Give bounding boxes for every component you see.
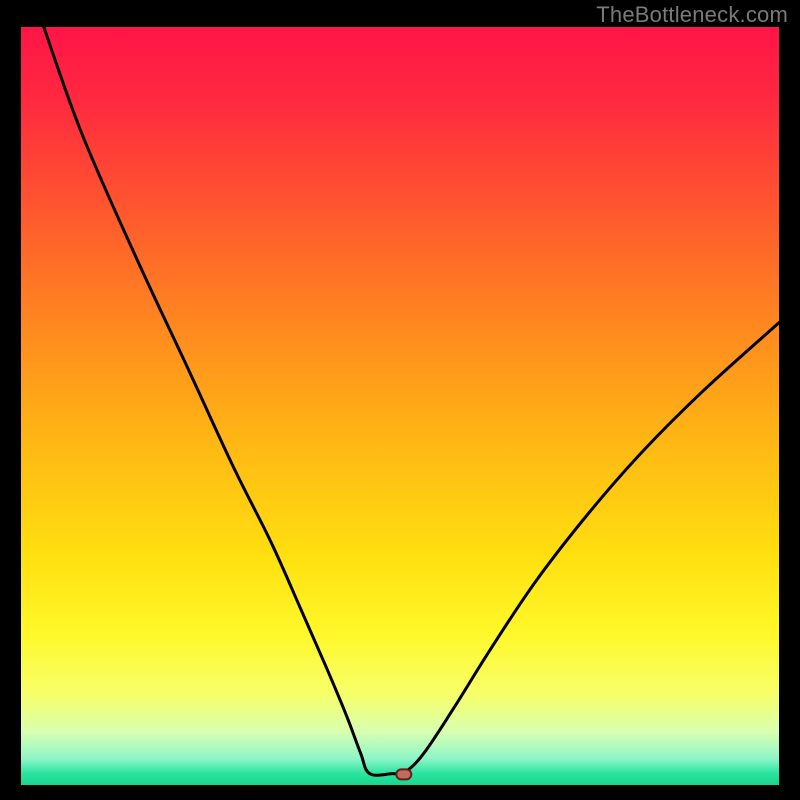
chart-frame: TheBottleneck.com	[0, 0, 800, 800]
optimal-point-marker	[396, 769, 411, 779]
bottleneck-chart	[21, 27, 779, 785]
watermark-text: TheBottleneck.com	[596, 2, 788, 28]
gradient-background	[21, 27, 779, 785]
plot-area	[21, 27, 779, 785]
